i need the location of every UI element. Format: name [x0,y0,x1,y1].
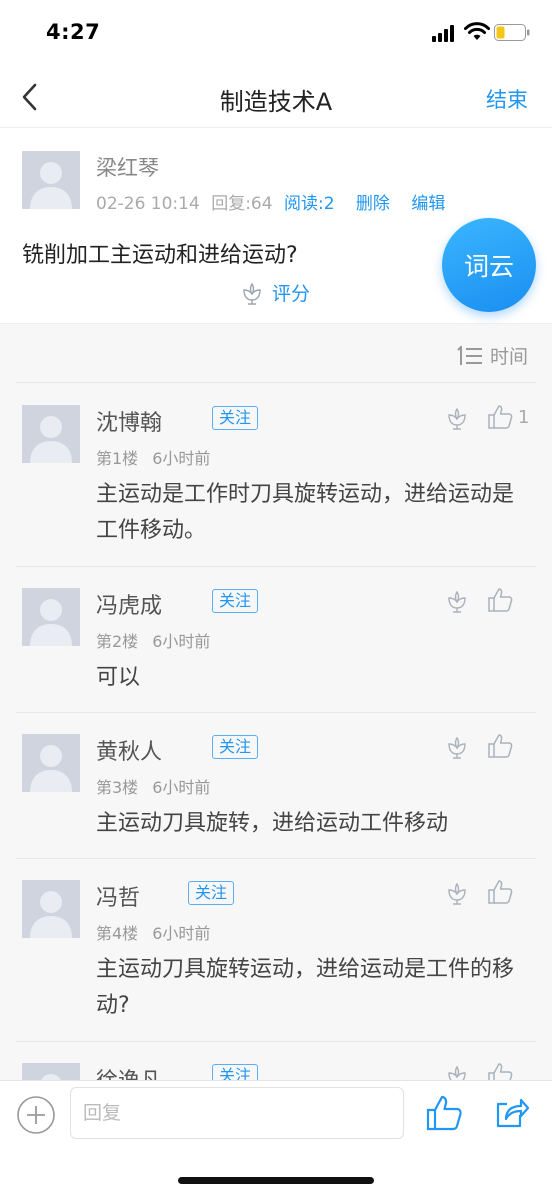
post-question: 铣削加工主运动和进给运动? [22,243,298,268]
edit-link[interactable]: 编辑 [411,194,445,214]
thumbs-up-icon[interactable] [486,586,514,614]
user-silhouette-icon [22,1063,80,1080]
floor-number: 第4楼 [96,924,139,943]
reply-author[interactable]: 徐逸凡 [96,1063,162,1080]
reply-text: 主运动刀具旋转，进给运动工件移动 [96,811,449,836]
user-silhouette-icon [22,880,80,938]
status-bar: 4:27 [0,0,552,66]
reply-text: 可以 [96,665,141,690]
follow-button[interactable]: 关注 [212,735,259,759]
avatar[interactable] [22,734,80,792]
floor-number: 第2楼 [96,632,139,651]
follow-button[interactable]: 关注 [212,589,259,613]
delete-link[interactable]: 删除 [356,194,390,214]
floor-number: 第3楼 [96,778,139,797]
reply-author[interactable]: 冯哲 [96,880,140,912]
follow-button[interactable]: 关注 [212,406,259,430]
user-silhouette-icon [22,405,80,463]
like-count: 1 [518,407,530,428]
follow-button[interactable]: 关注 [188,881,235,905]
nav-bar: 制造技术A 结束 [0,66,552,128]
reply-item: 冯哲 关注 第4楼 6小时前 主运动刀具旋转运动，进给运动是工件的移动? [0,858,552,1041]
reply-floor: 第4楼 6小时前 [96,920,210,944]
avatar[interactable] [22,880,80,938]
home-indicator [178,1177,374,1184]
plus-circle-icon[interactable] [16,1095,56,1135]
sort-row: 时间 [0,324,552,382]
post-meta: 02-26 10:14 回复:64 阅读:2 删除 编辑 [96,189,451,214]
share-icon[interactable] [494,1095,530,1131]
thumbs-up-icon[interactable] [424,1093,464,1133]
rate-label: 评分 [272,283,311,305]
rate-button[interactable]: 评分 [240,279,310,306]
avatar[interactable] [22,1063,80,1080]
avatar[interactable] [22,151,80,209]
read-count-link[interactable]: 阅读:2 [284,194,335,214]
reply-item: 冯虎成 关注 第2楼 6小时前 可以 [0,566,552,712]
avatar[interactable] [22,588,80,646]
post-date: 02-26 10:14 [96,194,200,214]
reply-item: 沈博翰 关注 第1楼 6小时前 主运动是工作时刀具旋转运动，进给运动是工件移动。 … [0,383,552,566]
battery-icon [494,24,530,41]
thumbs-up-icon[interactable] [486,403,514,431]
reply-time: 6小时前 [152,924,211,943]
user-silhouette-icon [22,588,80,646]
wifi-icon [464,22,490,40]
flower-icon[interactable] [444,588,470,614]
flower-icon[interactable] [444,734,470,760]
cellular-signal-icon [432,24,458,42]
sort-time-button[interactable]: 时间 [456,342,528,369]
reply-author[interactable]: 冯虎成 [96,588,162,620]
reply-time: 6小时前 [152,449,211,468]
thumbs-up-icon[interactable] [486,878,514,906]
floor-number: 第1楼 [96,449,139,468]
reply-text: 主运动刀具旋转运动，进给运动是工件的移动? [96,957,515,1018]
sort-list-icon [457,345,482,365]
status-time: 4:27 [46,20,101,44]
reply-time: 6小时前 [152,778,211,797]
flower-icon[interactable] [444,880,470,906]
reply-item: 徐逸凡 关注 [0,1041,552,1080]
thumbs-up-icon[interactable] [486,1061,514,1080]
reply-floor: 第2楼 6小时前 [96,628,210,652]
page-title: 制造技术A [219,88,333,116]
bottom-reply-bar [0,1080,552,1195]
reply-input[interactable] [70,1087,404,1139]
reply-floor: 第1楼 6小时前 [96,445,210,469]
post-reply-count: 回复:64 [211,194,273,214]
reply-list: 时间 沈博翰 关注 第1楼 6小时前 主运动是工作时刀具旋转运动，进给运动是工件移… [0,323,552,1080]
user-silhouette-icon [22,151,80,209]
avatar[interactable] [22,405,80,463]
reply-author[interactable]: 黄秋人 [96,734,162,766]
flower-icon [243,282,261,305]
end-button[interactable]: 结束 [486,84,528,114]
flower-icon[interactable] [444,1063,470,1080]
reply-time: 6小时前 [152,632,211,651]
thumbs-up-icon[interactable] [486,732,514,760]
sort-label: 时间 [489,346,528,368]
reply-author[interactable]: 沈博翰 [96,405,162,437]
post-author: 梁红琴 [96,156,159,180]
user-silhouette-icon [22,734,80,792]
reply-text: 主运动是工作时刀具旋转运动，进给运动是工件移动。 [96,482,515,543]
follow-button[interactable]: 关注 [212,1064,259,1080]
reply-item: 黄秋人 关注 第3楼 6小时前 主运动刀具旋转，进给运动工件移动 [0,712,552,858]
flower-icon[interactable] [444,405,470,431]
word-cloud-button[interactable]: 词云 [442,218,536,312]
reply-floor: 第3楼 6小时前 [96,774,210,798]
